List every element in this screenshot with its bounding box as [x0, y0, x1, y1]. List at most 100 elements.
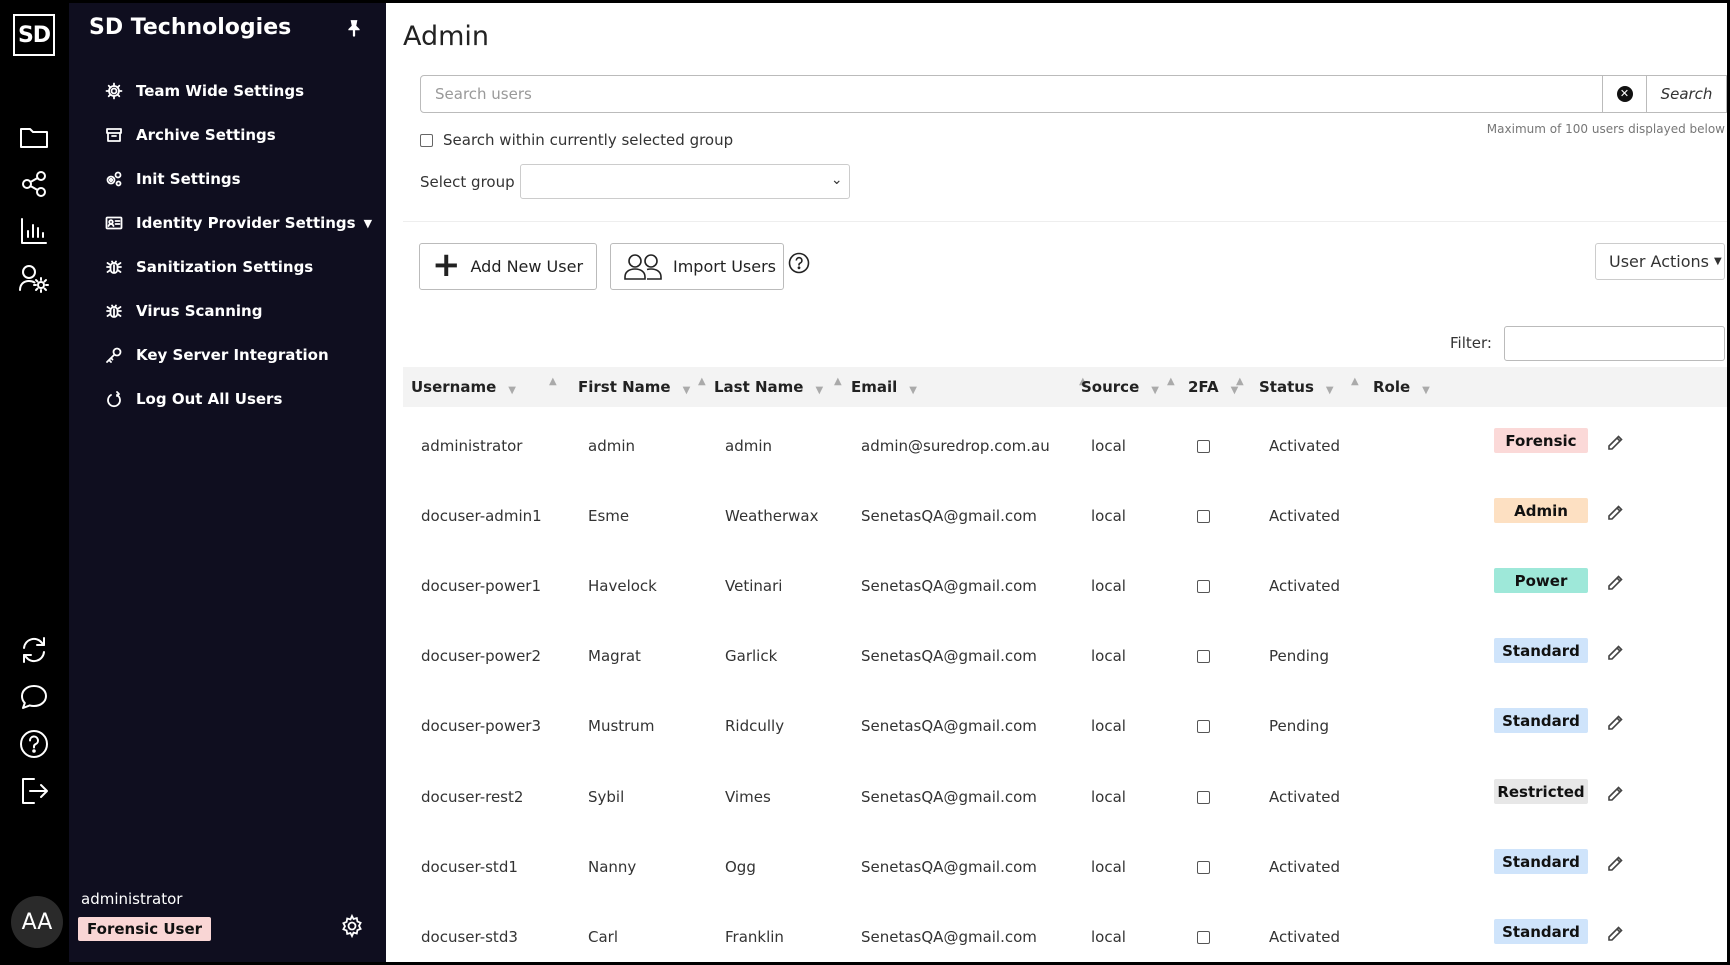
gear-icon	[105, 82, 123, 100]
clear-search-button[interactable]: ✕	[1603, 75, 1647, 113]
edit-pencil-icon[interactable]	[1607, 714, 1627, 734]
sidebar-item-archive-settings[interactable]: Archive Settings	[105, 113, 372, 157]
select-group-label: Select group	[420, 172, 515, 191]
edit-pencil-icon[interactable]	[1607, 925, 1627, 945]
avatar[interactable]: AA	[11, 896, 63, 948]
import-users-button[interactable]: Import Users	[610, 243, 784, 290]
2fa-checkbox[interactable]	[1197, 719, 1210, 733]
edit-pencil-icon[interactable]	[1607, 855, 1627, 875]
icon-rail: SD AA	[3, 3, 69, 962]
user-actions-dropdown[interactable]: User Actions ▼	[1595, 243, 1725, 280]
role-badge: Restricted	[1494, 779, 1588, 804]
cell-first-name: Magrat	[588, 647, 641, 665]
sidebar-item-label: Team Wide Settings	[136, 82, 305, 100]
share-icon[interactable]	[17, 167, 51, 201]
column-header-label: Username	[411, 378, 497, 396]
id-card-icon	[105, 216, 123, 230]
cell-2fa	[1197, 411, 1210, 481]
select-group-dropdown[interactable]: ⌄	[519, 164, 850, 199]
column-header-role[interactable]: Role ▼	[1373, 367, 1430, 407]
cell-source: local	[1091, 577, 1126, 595]
column-header-email[interactable]: Email ▼ ▲	[851, 367, 1087, 407]
sidebar-item-identity-provider-settings[interactable]: Identity Provider Settings ▼	[105, 201, 372, 245]
cell-2fa	[1197, 691, 1210, 761]
column-header-last-name[interactable]: Last Name ▼ ▲	[714, 367, 842, 407]
column-header-label: Role	[1373, 378, 1411, 396]
edit-pencil-icon[interactable]	[1607, 504, 1627, 524]
cell-last-name: Vetinari	[725, 577, 783, 595]
help-icon[interactable]	[788, 252, 812, 276]
bar-chart-icon[interactable]	[17, 214, 51, 248]
2fa-checkbox[interactable]	[1197, 579, 1210, 593]
cell-2fa	[1197, 762, 1210, 832]
filter-input[interactable]	[1504, 326, 1725, 361]
pin-icon[interactable]	[345, 19, 367, 41]
chevron-down-icon[interactable]: ▼	[364, 217, 372, 230]
2fa-checkbox[interactable]	[1197, 439, 1210, 453]
cell-username: administrator	[421, 437, 523, 455]
brand-logo[interactable]: SD	[13, 14, 55, 56]
edit-pencil-icon[interactable]	[1607, 644, 1627, 664]
logout-icon[interactable]	[17, 774, 51, 808]
sidebar-item-virus-scanning[interactable]: Virus Scanning	[105, 289, 372, 333]
search-within-group-row: Search within currently selected group	[420, 131, 733, 149]
column-header-username[interactable]: Username ▼ ▲	[411, 367, 557, 407]
help-icon[interactable]	[17, 727, 51, 761]
sidebar-item-init-settings[interactable]: Init Settings	[105, 157, 372, 201]
sort-asc-icon: ▲	[1236, 376, 1244, 387]
role-badge: Forensic	[1494, 428, 1588, 453]
add-new-user-label: Add New User	[470, 257, 584, 276]
search-within-group-checkbox[interactable]	[420, 133, 433, 147]
select-group-row: Select group ⌄	[420, 164, 850, 199]
cell-username: docuser-rest2	[421, 788, 524, 806]
page-title: Admin	[403, 21, 490, 52]
column-header-label: Status	[1259, 378, 1314, 396]
2fa-checkbox[interactable]	[1197, 860, 1210, 874]
search-input[interactable]	[420, 75, 1603, 113]
2fa-checkbox[interactable]	[1197, 930, 1210, 944]
cell-first-name: admin	[588, 437, 635, 455]
bug-icon	[106, 304, 122, 318]
user-actions-label: User Actions	[1609, 252, 1709, 271]
sidebar-item-key-server-integration[interactable]: Key Server Integration	[105, 333, 372, 377]
sidebar-item-log-out-all-users[interactable]: Log Out All Users	[105, 377, 372, 421]
column-header-status[interactable]: Status ▼ ▲	[1259, 367, 1359, 407]
user-settings-gear-icon[interactable]	[340, 913, 366, 940]
cell-email: SenetasQA@gmail.com	[861, 717, 1037, 735]
users-gear-icon[interactable]	[17, 261, 51, 295]
table-row: administrator admin admin admin@suredrop.co…	[403, 411, 1727, 481]
column-header-2fa[interactable]: 2FA ▼ ▲	[1188, 367, 1244, 407]
cell-email: admin@suredrop.com.au	[861, 437, 1050, 455]
cell-status: Activated	[1269, 858, 1340, 876]
2fa-checkbox[interactable]	[1197, 509, 1210, 523]
users-icon	[624, 253, 662, 280]
column-header-label: Source	[1081, 378, 1140, 396]
sort-desc-icon: ▼	[682, 384, 691, 396]
cell-email: SenetasQA@gmail.com	[861, 788, 1037, 806]
refresh-icon[interactable]	[17, 633, 51, 667]
sidebar-item-team-wide-settings[interactable]: Team Wide Settings	[105, 69, 372, 113]
main-content: Admin ✕ Search Maximum of 100 users disp…	[386, 3, 1727, 962]
2fa-checkbox[interactable]	[1197, 790, 1210, 804]
import-users-label: Import Users	[673, 257, 776, 276]
column-header-source[interactable]: Source ▼ ▲	[1081, 367, 1175, 407]
folder-icon[interactable]	[17, 120, 51, 154]
filter-label: Filter:	[1450, 334, 1492, 352]
edit-pencil-icon[interactable]	[1607, 785, 1627, 805]
role-badge: Power	[1494, 568, 1588, 593]
column-header-label: Last Name	[714, 378, 804, 396]
edit-pencil-icon[interactable]	[1607, 574, 1627, 594]
cell-source: local	[1091, 647, 1126, 665]
search-button[interactable]: Search	[1647, 75, 1727, 113]
sidebar-item-sanitization-settings[interactable]: Sanitization Settings	[105, 245, 372, 289]
cell-first-name: Esme	[588, 507, 630, 525]
add-new-user-button[interactable]: + Add New User	[419, 243, 597, 290]
cell-username: docuser-power2	[421, 647, 542, 665]
table-header: Username ▼ ▲ First Name ▼ ▲ Last Name ▼ ▲ Emai…	[403, 367, 1727, 407]
2fa-checkbox[interactable]	[1197, 649, 1210, 663]
cell-last-name: Weatherwax	[725, 507, 819, 525]
edit-pencil-icon[interactable]	[1607, 434, 1627, 454]
column-header-first-name[interactable]: First Name ▼ ▲	[578, 367, 706, 407]
chat-icon[interactable]	[17, 680, 51, 714]
cell-source: local	[1091, 437, 1126, 455]
